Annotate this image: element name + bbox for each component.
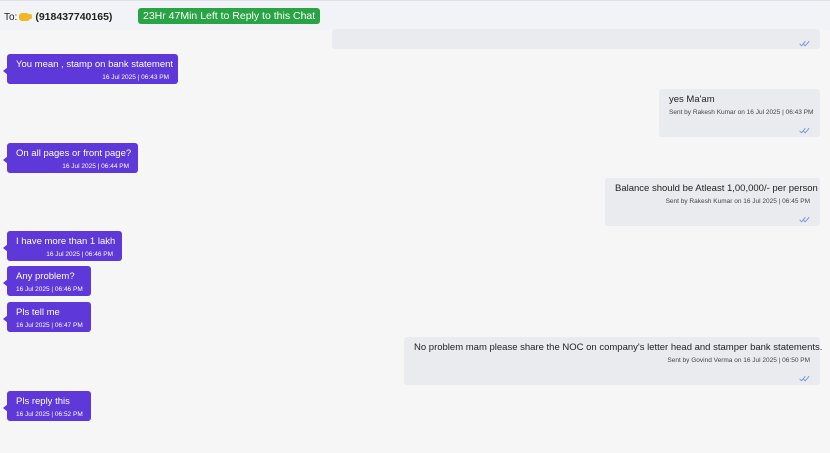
chat-window: To: (918437740165) 23Hr 47Min Left to Re… [0,0,830,453]
message-timestamp: 16 Jul 2025 | 06:46 PM [16,286,83,293]
message-bubble-incoming: You mean , stamp on bank statement 16 Ju… [3,54,178,84]
read-receipt [414,369,810,382]
message-timestamp: 16 Jul 2025 | 06:44 PM [62,163,129,170]
message-text: No problem mam please share the NOC on c… [414,342,823,353]
message-bubble-incoming: Any problem? 16 Jul 2025 | 06:46 PM [3,266,91,296]
message-bubble-outgoing: yes Ma'am Sent by Rakesh Kumar on 16 Jul… [659,89,820,137]
message-bubble-incoming: Pls reply this 16 Jul 2025 | 06:52 PM [3,391,91,421]
message-bubble-outgoing [332,29,820,49]
message-text: Pls tell me [16,307,60,318]
read-receipt [342,34,810,47]
message-bubble-incoming: On all pages or front page? 16 Jul 2025 … [3,143,138,173]
waving-hand-icon [19,13,33,21]
double-check-icon [799,216,810,223]
read-receipt [669,121,810,134]
message-timestamp: 16 Jul 2025 | 06:46 PM [46,251,113,258]
read-receipt [615,210,810,223]
message-bubble-outgoing: Balance should be Atleast 1,00,000/- per… [605,178,820,226]
double-check-icon [799,40,810,47]
recipient-line: To: (918437740165) [4,11,112,23]
double-check-icon [799,375,810,382]
recipient-phone: (918437740165) [35,11,113,23]
message-timestamp: 16 Jul 2025 | 06:43 PM [102,74,169,81]
message-text: I have more than 1 lakh [16,236,116,247]
message-sender-timestamp: Sent by Rakesh Kumar on 16 Jul 2025 | 06… [665,198,810,205]
message-text: On all pages or front page? [16,148,132,159]
reply-window-badge: 23Hr 47Min Left to Reply to this Chat [138,8,321,24]
message-sender-timestamp: Sent by Govind Verma on 16 Jul 2025 | 06… [667,357,810,364]
message-bubble-incoming: I have more than 1 lakh 16 Jul 2025 | 06… [3,231,122,261]
message-timestamp: 16 Jul 2025 | 06:47 PM [16,322,83,329]
message-text: yes Ma'am [669,94,715,105]
message-text: Any problem? [16,271,75,282]
chat-header: To: (918437740165) 23Hr 47Min Left to Re… [0,0,830,30]
message-sender-timestamp: Sent by Rakesh Kumar on 16 Jul 2025 | 06… [669,109,814,116]
message-timestamp: 16 Jul 2025 | 06:52 PM [16,411,83,418]
message-bubble-incoming: Pls tell me 16 Jul 2025 | 06:47 PM [3,302,91,332]
message-text: You mean , stamp on bank statement [16,59,174,70]
message-text: Pls reply this [16,396,70,407]
to-label: To: [4,11,18,23]
double-check-icon [799,127,810,134]
message-bubble-outgoing: No problem mam please share the NOC on c… [404,337,823,385]
message-text: Balance should be Atleast 1,00,000/- per… [615,183,818,194]
